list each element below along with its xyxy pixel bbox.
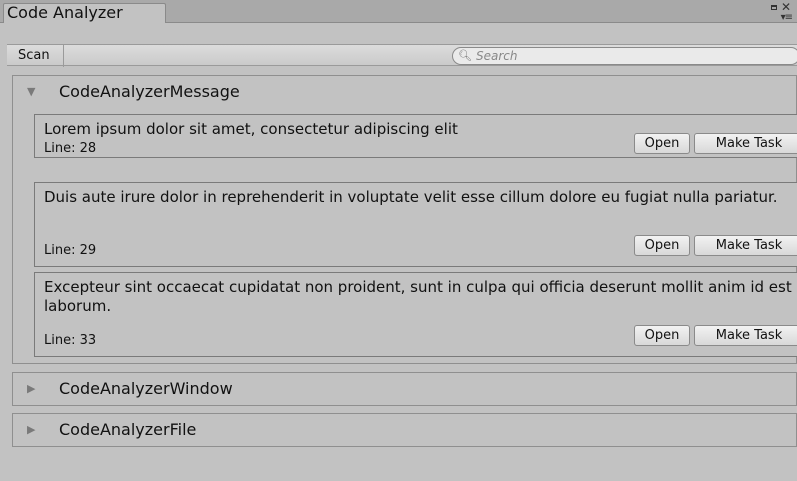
search-placeholder: Search [476, 49, 518, 63]
tab-title: Code Analyzer [7, 3, 123, 22]
collapsed-arrow-icon[interactable]: ▶ [27, 373, 35, 405]
maximize-icon[interactable] [771, 5, 777, 10]
expanded-arrow-icon[interactable]: ▼ [27, 76, 35, 108]
window-controls: ✕ ▾≡ [763, 0, 793, 23]
line-number: Line: 29 [44, 243, 97, 258]
make-task-button[interactable]: Make Task [694, 325, 797, 346]
group-title: CodeAnalyzerFile [59, 420, 197, 439]
open-button[interactable]: Open [634, 133, 690, 154]
group-header[interactable]: ▶ CodeAnalyzerWindow [13, 373, 796, 405]
make-task-button[interactable]: Make Task [694, 133, 797, 154]
tab-code-analyzer[interactable]: Code Analyzer [3, 3, 166, 23]
group-codeanalyzerfile: ▶ CodeAnalyzerFile [12, 413, 797, 447]
message-text: Duis aute irure dolor in reprehenderit i… [44, 188, 778, 206]
group-header[interactable]: ▶ CodeAnalyzerFile [13, 414, 796, 446]
make-task-button[interactable]: Make Task [694, 235, 797, 256]
line-number: Line: 33 [44, 333, 97, 348]
group-codeanalyzerwindow: ▶ CodeAnalyzerWindow [12, 372, 797, 406]
window-titlebar: Code Analyzer ✕ ▾≡ [0, 0, 797, 23]
group-title: CodeAnalyzerMessage [59, 82, 240, 101]
collapsed-arrow-icon[interactable]: ▶ [27, 414, 35, 446]
search-icon: 🔍︎ [458, 49, 472, 62]
message-item: Lorem ipsum dolor sit amet, consectetur … [34, 114, 797, 158]
search-input[interactable]: 🔍︎ Search [452, 47, 797, 65]
menu-icon[interactable]: ▾≡ [781, 12, 793, 23]
message-item: Duis aute irure dolor in reprehenderit i… [34, 182, 797, 267]
group-title: CodeAnalyzerWindow [59, 379, 233, 398]
scan-button[interactable]: Scan [16, 45, 64, 67]
group-header[interactable]: ▼ CodeAnalyzerMessage [13, 76, 796, 108]
open-button[interactable]: Open [634, 235, 690, 256]
message-text: Excepteur sint occaecat cupidatat non pr… [44, 278, 792, 315]
open-button[interactable]: Open [634, 325, 690, 346]
group-codeanalyzermessage: ▼ CodeAnalyzerMessage Lorem ipsum dolor … [12, 75, 797, 364]
line-number: Line: 28 [44, 141, 97, 156]
message-item: Excepteur sint occaecat cupidatat non pr… [34, 272, 797, 357]
